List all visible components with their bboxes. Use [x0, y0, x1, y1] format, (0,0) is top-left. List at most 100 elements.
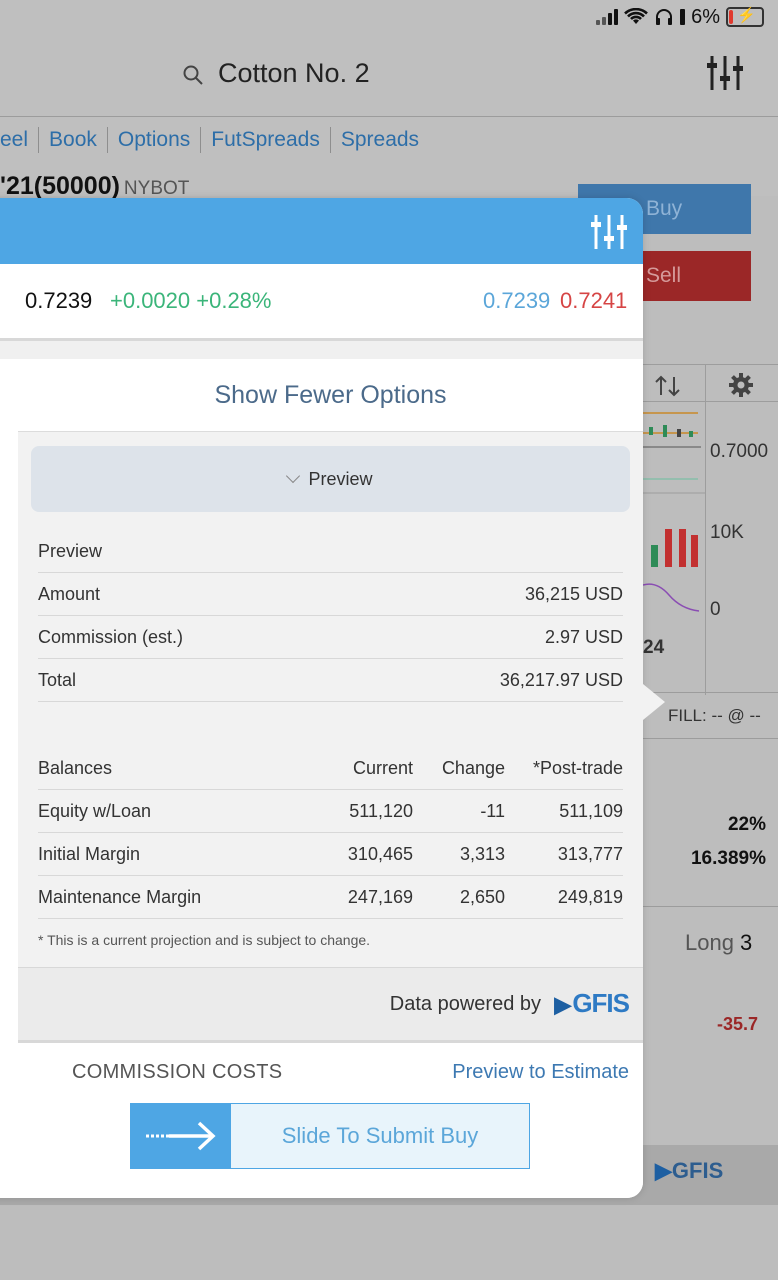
row-value: 36,217.97 USD	[499, 669, 623, 690]
commission-section: COMMISSION COSTS Preview to Estimate Sli…	[18, 1040, 643, 1198]
preview-section: Preview Amount 36,215 USD Commission (est…	[38, 530, 623, 702]
powered-by-text: Data powered by	[389, 993, 541, 1015]
table-row: Total 36,217.97 USD	[38, 659, 623, 702]
background-header	[0, 0, 778, 196]
column-header: Current	[352, 757, 413, 778]
last-price: 0.7239	[25, 288, 93, 313]
title-bar: Cotton No. 2	[0, 52, 778, 98]
table-row: Equity w/Loan 511,120 -11 511,109	[38, 790, 623, 833]
chevron-down-icon	[286, 468, 301, 484]
gfis-logo-text: GFIS	[572, 988, 630, 1018]
fill-status: FILL: -- @ --	[668, 706, 761, 725]
tab-futspreads[interactable]: FutSpreads	[201, 127, 331, 153]
bid-price: 0.7239	[483, 288, 551, 313]
search-icon[interactable]	[182, 64, 204, 86]
position-summary: Long 3	[685, 930, 752, 956]
slide-label: Slide To Submit Buy	[281, 1123, 479, 1148]
battery-small-icon	[680, 9, 686, 25]
gfis-arrow-icon: ▶	[655, 1158, 672, 1183]
commission-costs-label: COMMISSION COSTS	[72, 1061, 283, 1083]
slide-to-submit[interactable]: Slide To Submit Buy	[130, 1103, 530, 1169]
cell-post-trade: 249,819	[557, 886, 623, 907]
row-label: Total	[38, 669, 77, 690]
table-row: Amount 36,215 USD	[38, 573, 623, 616]
row-label: Amount	[38, 583, 101, 604]
table-header-row: Balances Current Change *Post-trade	[38, 747, 623, 790]
position-side: Long	[685, 930, 734, 955]
chart-price-label: 0.7000	[710, 441, 769, 462]
tab-options[interactable]: Options	[108, 127, 202, 153]
column-header: Balances	[38, 757, 113, 778]
cellular-signal-icon	[596, 9, 619, 25]
settings-sliders-icon[interactable]	[704, 52, 746, 94]
preview-toggle[interactable]: Preview	[31, 446, 630, 512]
chart-zero-label: 0	[710, 599, 721, 620]
popover-arrow	[643, 684, 665, 720]
adjust-sliders-icon[interactable]	[589, 212, 629, 252]
cell-change: 3,313	[459, 843, 505, 864]
gfis-logo: ▶GFIS	[655, 1158, 723, 1184]
contract-name: '21(50000)	[0, 172, 120, 200]
ask-price: 0.7241	[560, 288, 628, 313]
tab-bar: eel Book Options FutSpreads Spreads	[0, 124, 429, 156]
panel-header	[0, 198, 643, 264]
gfis-logo: ▶GFIS	[554, 988, 630, 1019]
contract-label: '21(50000) NYBOT	[0, 172, 189, 201]
order-preview-panel: 0.7239 +0.0020 +0.28% 0.7239 0.7241 Show…	[0, 198, 643, 1198]
status-bar: 6% ⚡	[596, 6, 764, 28]
cell-post-trade: 511,109	[559, 800, 623, 821]
column-header: *Post-trade	[532, 757, 623, 778]
gfis-arrow-icon: ▶	[554, 992, 571, 1017]
spacer	[0, 341, 643, 359]
cell-post-trade: 313,777	[557, 843, 623, 864]
divider	[0, 116, 778, 117]
sort-icon[interactable]	[653, 373, 683, 399]
page-title[interactable]: Cotton No. 2	[218, 58, 370, 89]
cell-current: 511,120	[349, 800, 413, 821]
panel-body: Show Fewer Options Preview Preview Amoun…	[18, 359, 643, 1198]
mini-chart: 0.7000 10K 0 24	[643, 364, 778, 695]
wifi-icon	[624, 8, 648, 24]
row-label: Initial Margin	[38, 843, 141, 864]
position-qty: 3	[739, 930, 753, 955]
pnl-value: -35.7	[717, 1014, 759, 1034]
cell-current: 247,169	[347, 886, 413, 907]
table-row: Maintenance Margin 247,169 2,650 249,819	[38, 876, 623, 919]
battery-icon: ⚡	[726, 7, 764, 27]
row-label: Commission (est.)	[38, 626, 184, 647]
cell-change: -11	[480, 800, 505, 821]
tab-book[interactable]: Book	[39, 127, 108, 153]
quote-row: 0.7239 +0.0020 +0.28% 0.7239 0.7241	[0, 264, 643, 341]
cell-change: 2,650	[459, 886, 505, 907]
arrow-right-icon	[146, 1121, 216, 1151]
show-fewer-options-button[interactable]: Show Fewer Options	[18, 359, 643, 432]
preview-title-row: Preview	[38, 530, 623, 573]
row-value: 36,215 USD	[524, 583, 623, 604]
preview-toggle-label: Preview	[308, 469, 373, 489]
percent-value: 16.389%	[690, 848, 766, 869]
row-label: Equity w/Loan	[38, 800, 152, 821]
cell-current: 310,465	[347, 843, 413, 864]
preview-to-estimate-link[interactable]: Preview to Estimate	[452, 1061, 629, 1084]
gfis-logo-text: GFIS	[671, 1158, 724, 1183]
gear-icon[interactable]	[727, 371, 755, 399]
balances-table: Balances Current Change *Post-trade Equi…	[38, 747, 623, 919]
tab-spreads[interactable]: Spreads	[331, 127, 429, 153]
column-header: Change	[441, 757, 505, 778]
battery-percent: 6%	[691, 5, 720, 28]
row-label: Maintenance Margin	[38, 886, 202, 907]
slider-handle[interactable]	[131, 1104, 231, 1168]
price-chart-lines	[643, 412, 705, 612]
table-row: Commission (est.) 2.97 USD	[38, 616, 623, 659]
percent-value: 22%	[727, 814, 766, 835]
projection-note: * This is a current projection and is su…	[38, 932, 371, 948]
row-value: 2.97 USD	[544, 626, 623, 647]
headphones-icon	[656, 9, 673, 25]
exchange-label: NYBOT	[123, 178, 190, 199]
tab-wheel[interactable]: eel	[0, 127, 40, 153]
chart-volume-label: 10K	[710, 522, 744, 543]
price-change: +0.0020 +0.28%	[110, 288, 272, 313]
chart-date-label: 24	[643, 637, 665, 658]
table-row: Initial Margin 310,465 3,313 313,777	[38, 833, 623, 876]
preview-title: Preview	[38, 540, 103, 561]
